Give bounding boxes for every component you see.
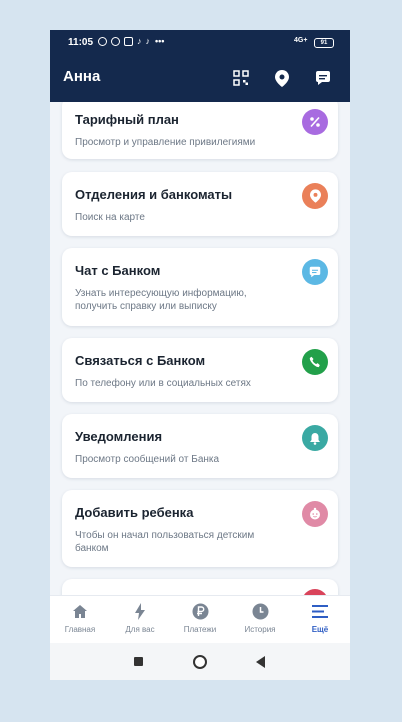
menu-item-title: Уведомления — [75, 429, 163, 444]
tiktok-icon-2: ♪ — [145, 36, 151, 46]
chat-icon[interactable] — [314, 69, 332, 87]
status-bar: 11:05 ♪ ♪ ••• 4G+ 91 — [50, 30, 350, 56]
menu-icon — [290, 601, 350, 621]
home-icon — [50, 601, 110, 621]
menu-item-subtitle: Просмотр и управление привилегиями — [75, 137, 256, 148]
location-pin-icon — [302, 183, 328, 209]
home-button[interactable] — [193, 655, 207, 669]
user-name: Анна — [63, 68, 101, 85]
nav-label: Платежи — [183, 625, 217, 634]
nav-home[interactable]: Главная — [50, 601, 110, 634]
bottom-navigation: Главная Для вас Платежи История Ещё — [50, 595, 350, 644]
baby-icon — [302, 501, 328, 527]
menu-item-subtitle: Поиск на карте — [75, 212, 145, 223]
menu-item-partial[interactable] — [62, 579, 338, 595]
menu-item-branches-atms[interactable]: Отделения и банкоматы Поиск на карте — [62, 172, 338, 236]
bell-icon — [302, 425, 328, 451]
tiktok-icon: ♪ — [137, 36, 142, 46]
facebook-icon — [98, 36, 107, 46]
alarm-icon — [111, 36, 120, 46]
nav-for-you[interactable]: Для вас — [110, 601, 170, 634]
menu-item-subtitle: Узнать интересующую информацию, получить… — [75, 288, 247, 312]
notification-icons: ♪ ♪ ••• — [98, 36, 164, 46]
menu-item-subtitle: Чтобы он начал пользоваться детским банк… — [75, 530, 255, 554]
lightning-icon — [110, 601, 170, 621]
nav-label: История — [244, 625, 276, 634]
nav-payments[interactable]: Платежи — [170, 601, 230, 634]
menu-list[interactable]: Тарифный план Просмотр и управление прив… — [50, 102, 350, 595]
percent-icon — [302, 109, 328, 135]
menu-item-title: Добавить ребенка — [75, 505, 194, 520]
status-time: 11:05 — [68, 37, 94, 48]
nav-more[interactable]: Ещё — [290, 601, 350, 634]
nav-label: Главная — [64, 625, 96, 634]
back-button[interactable] — [256, 656, 265, 668]
qr-code-icon[interactable] — [232, 69, 250, 87]
ruble-icon — [170, 601, 230, 621]
chat-icon — [302, 259, 328, 285]
menu-item-subtitle: Просмотр сообщений от Банка — [75, 454, 220, 465]
notification-app-icon — [124, 36, 133, 46]
network-indicator: 4G+ — [294, 37, 308, 44]
more-notifications-icon: ••• — [155, 36, 165, 46]
location-pin-icon[interactable] — [273, 69, 291, 87]
menu-item-title: Отделения и банкоматы — [75, 187, 233, 202]
menu-item-title: Тарифный план — [75, 112, 179, 127]
menu-item-add-child[interactable]: Добавить ребенка Чтобы он начал пользова… — [62, 490, 338, 567]
app-header: Анна — [50, 56, 350, 102]
menu-item-title: Чат с Банком — [75, 263, 161, 278]
recent-apps-button[interactable] — [134, 657, 143, 666]
system-navigation-bar — [50, 643, 350, 680]
menu-item-notifications[interactable]: Уведомления Просмотр сообщений от Банка — [62, 414, 338, 478]
clock-icon — [230, 601, 290, 621]
menu-item-tariff-plan[interactable]: Тарифный план Просмотр и управление прив… — [62, 102, 338, 159]
phone-icon — [302, 349, 328, 375]
nav-history[interactable]: История — [230, 601, 290, 634]
phone-screen: 11:05 ♪ ♪ ••• 4G+ 91 Анна Тарифный план … — [50, 30, 350, 680]
nav-label: Для вас — [125, 625, 155, 634]
menu-item-title: Связаться с Банком — [75, 353, 206, 368]
menu-item-subtitle: По телефону или в социальных сетях — [75, 378, 251, 389]
nav-label: Ещё — [311, 625, 329, 634]
menu-item-chat-with-bank[interactable]: Чат с Банком Узнать интересующую информа… — [62, 248, 338, 326]
menu-item-contact-bank[interactable]: Связаться с Банком По телефону или в соц… — [62, 338, 338, 402]
battery-indicator: 91 — [314, 38, 334, 48]
